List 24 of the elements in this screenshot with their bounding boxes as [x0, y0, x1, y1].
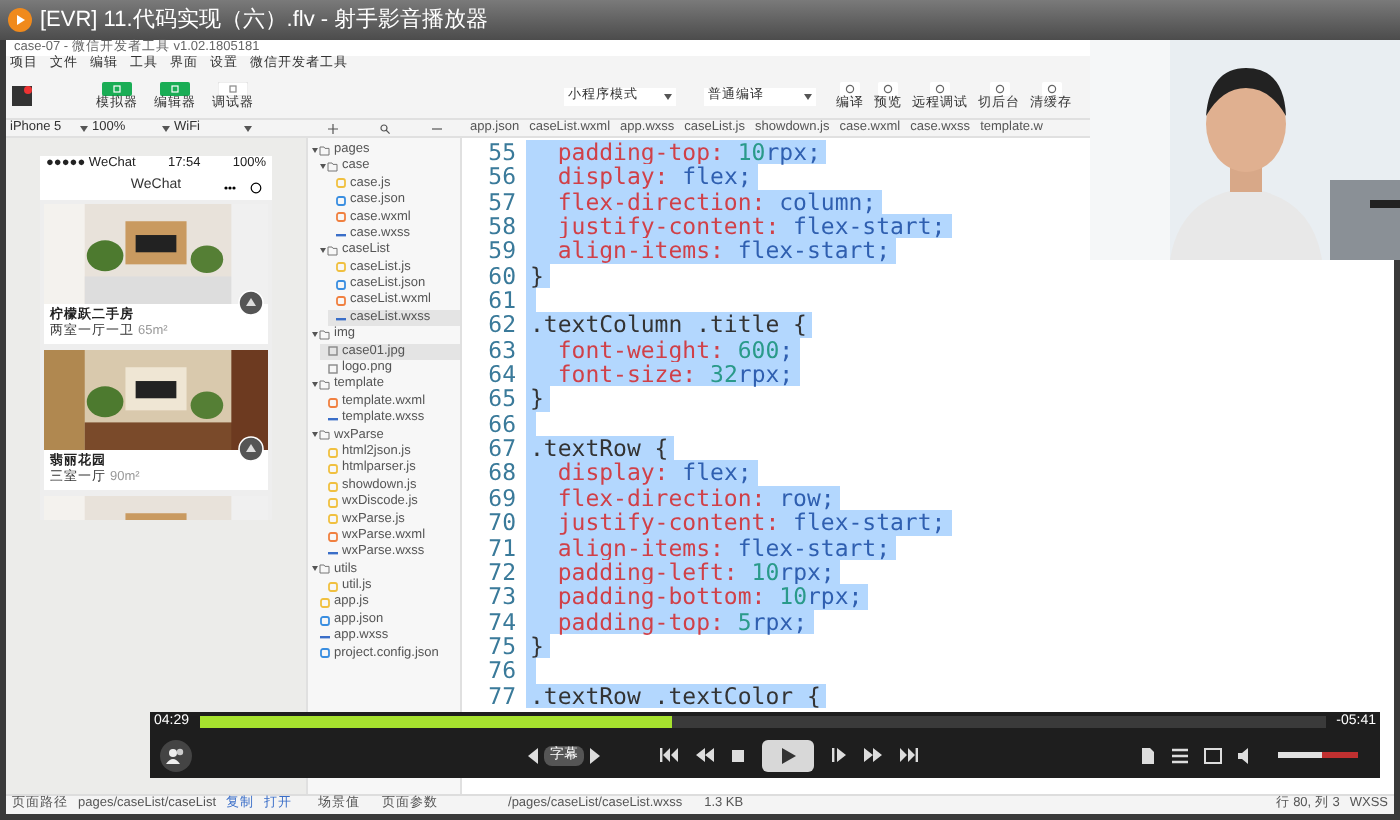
line-number: 77: [486, 683, 518, 708]
line-number: 55: [486, 140, 518, 165]
line-number: 75: [486, 633, 518, 659]
line-number: 74: [486, 609, 518, 634]
line-number: 56: [486, 164, 518, 190]
window-title: [EVR] 11.代码实现（六）.flv - 射手影音播放器: [40, 5, 489, 36]
line-number: 61: [486, 288, 518, 313]
line-number: 71: [486, 535, 518, 560]
line-number: 58: [486, 214, 518, 239]
line-number: 66: [486, 411, 518, 437]
line-number: 65: [486, 386, 518, 412]
line-number: 60: [486, 263, 518, 289]
line-number: 64: [486, 362, 518, 387]
line-number: 67: [486, 436, 518, 461]
line-number: 73: [486, 584, 518, 610]
line-number: 70: [486, 510, 518, 535]
line-number: 76: [486, 658, 518, 684]
line-number: 57: [486, 189, 518, 215]
line-number: 69: [486, 485, 518, 511]
line-number: 62: [486, 312, 518, 338]
line-number: 68: [486, 460, 518, 486]
line-number: 59: [486, 238, 518, 264]
line-number: 72: [486, 559, 518, 585]
line-number: 63: [486, 337, 518, 363]
